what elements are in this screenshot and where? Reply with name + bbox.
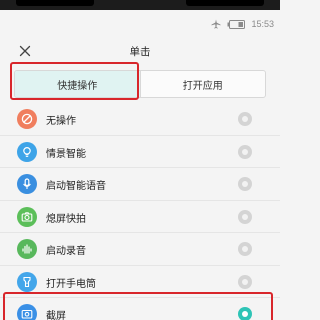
screenshot-icon bbox=[17, 304, 37, 320]
option-label: 熄屏快拍 bbox=[46, 213, 86, 225]
option-radio[interactable] bbox=[238, 274, 252, 289]
option-scene-intelligence[interactable]: 情景智能 bbox=[0, 136, 280, 168]
flashlight-icon bbox=[17, 271, 37, 292]
bezel-shape bbox=[16, 0, 94, 6]
battery-icon bbox=[227, 19, 246, 29]
option-voice-assistant[interactable]: 启动智能语音 bbox=[0, 168, 280, 201]
option-label: 情景智能 bbox=[46, 148, 86, 160]
option-radio[interactable] bbox=[238, 242, 252, 256]
option-label: 打开手电筒 bbox=[46, 278, 96, 290]
option-radio[interactable] bbox=[238, 144, 252, 159]
tab-shortcut-actions[interactable]: 快捷操作 bbox=[15, 71, 140, 97]
top-bezel bbox=[0, 0, 280, 10]
option-label: 启动智能语音 bbox=[46, 181, 106, 192]
audio-recorder-icon bbox=[17, 239, 37, 259]
bulb-icon bbox=[17, 141, 37, 162]
option-no-action[interactable]: 无操作 bbox=[0, 103, 280, 136]
option-radio[interactable] bbox=[238, 177, 252, 191]
status-time: 15:53 bbox=[251, 19, 274, 29]
option-quick-snap[interactable]: 熄屏快拍 bbox=[0, 201, 280, 233]
status-bar: 15:53 bbox=[0, 10, 280, 38]
bezel-shape bbox=[186, 0, 264, 6]
option-list: 无操作 情景智能 启动智能语音 熄屏快拍 启动录音 打开手电筒 截屏 bbox=[0, 103, 280, 320]
option-screenshot[interactable]: 截屏 bbox=[0, 298, 280, 320]
tab-bar: 快捷操作 打开应用 bbox=[14, 70, 266, 98]
option-label: 截屏 bbox=[46, 311, 66, 320]
screen: 15:53 单击 快捷操作 打开应用 无操作 情景智能 启动智能语音 熄屏快拍 … bbox=[0, 0, 280, 320]
option-label: 启动录音 bbox=[46, 246, 86, 257]
option-flashlight[interactable]: 打开手电筒 bbox=[0, 266, 280, 298]
option-start-recording[interactable]: 启动录音 bbox=[0, 233, 280, 266]
status-icons: 15:53 bbox=[211, 17, 274, 31]
option-radio-selected[interactable] bbox=[238, 307, 252, 320]
tab-open-app[interactable]: 打开应用 bbox=[139, 71, 266, 97]
no-action-icon bbox=[17, 109, 37, 129]
page-title: 单击 bbox=[129, 46, 151, 58]
option-label: 无操作 bbox=[46, 116, 76, 127]
option-radio[interactable] bbox=[238, 112, 252, 126]
camera-icon bbox=[17, 206, 37, 227]
title-bar: 单击 bbox=[0, 38, 280, 64]
airplane-icon bbox=[211, 19, 221, 29]
microphone-icon bbox=[17, 174, 37, 194]
option-radio[interactable] bbox=[238, 209, 252, 224]
